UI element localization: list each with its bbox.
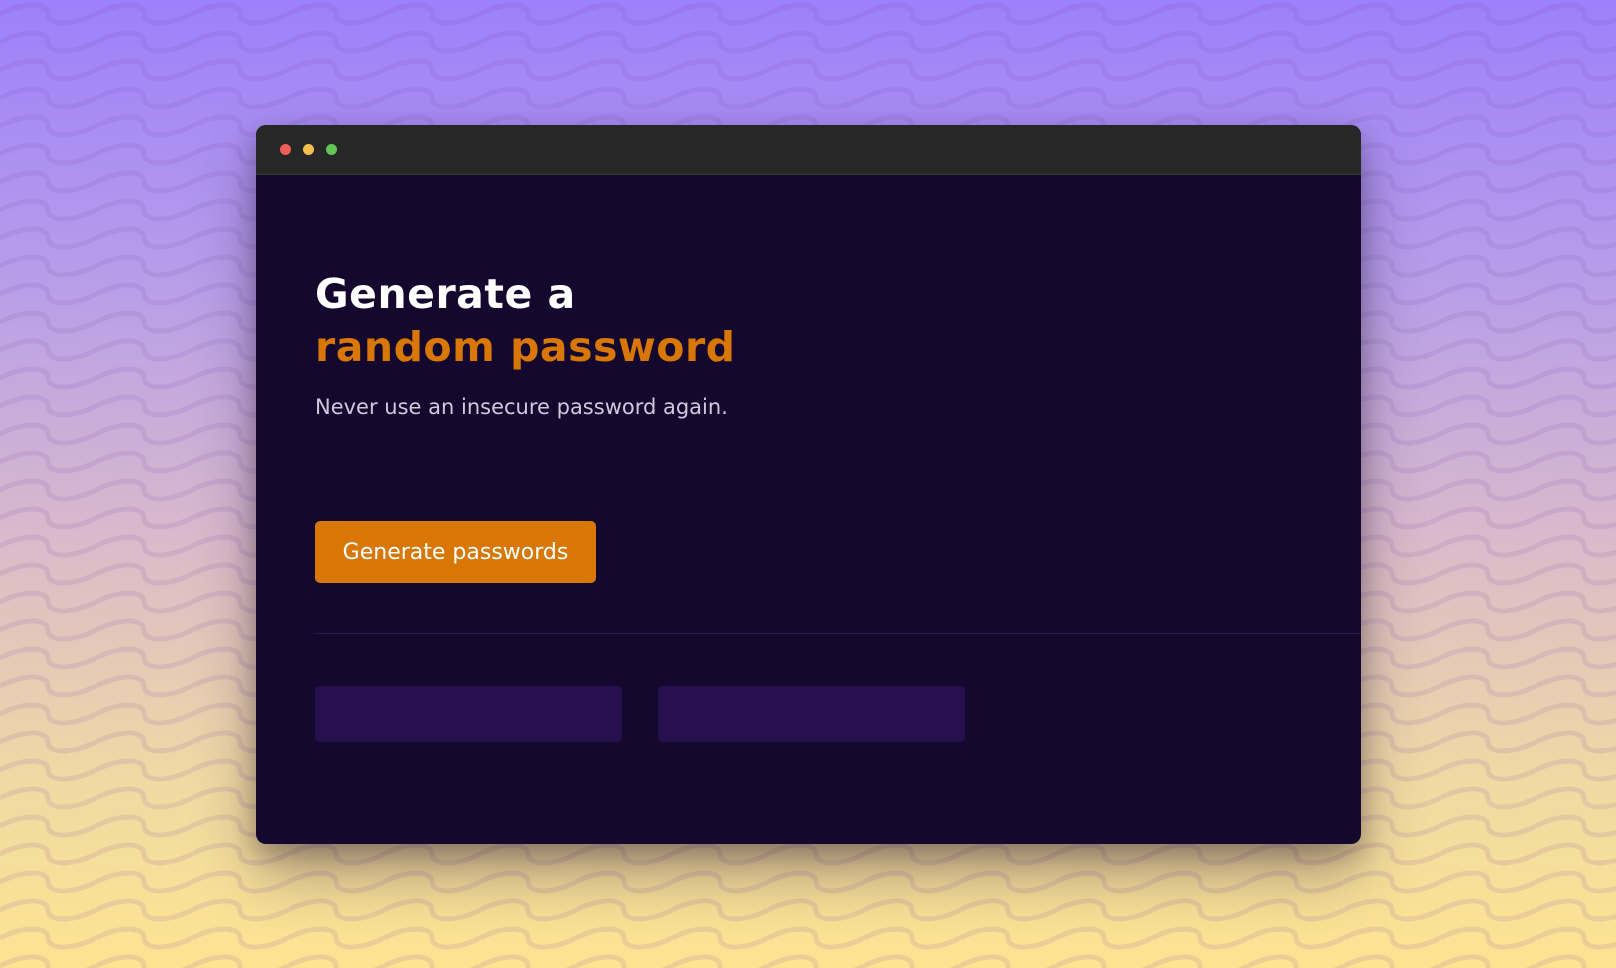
password-output-1[interactable]: [315, 686, 622, 742]
title-line-2-accent: random password: [315, 323, 736, 371]
title-line-1: Generate a: [315, 270, 576, 318]
minimize-dot-icon[interactable]: [303, 144, 314, 155]
page-subtitle: Never use an insecure password again.: [315, 395, 728, 419]
main-content: Generate a random password Never use an …: [315, 175, 1361, 844]
window-titlebar: [256, 125, 1361, 175]
generate-passwords-button[interactable]: Generate passwords: [315, 521, 596, 583]
close-dot-icon[interactable]: [280, 144, 291, 155]
section-divider: [315, 633, 1361, 634]
app-window: Generate a random password Never use an …: [256, 125, 1361, 844]
page-title: Generate a random password: [315, 268, 736, 374]
password-output-2[interactable]: [658, 686, 965, 742]
maximize-dot-icon[interactable]: [326, 144, 337, 155]
